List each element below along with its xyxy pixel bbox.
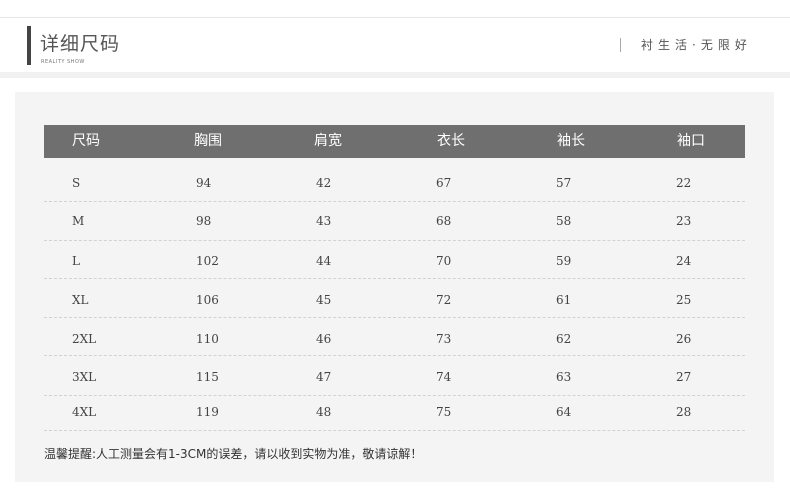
cell-cuff: 25 [676, 293, 692, 307]
cell-size: 3XL [72, 370, 97, 384]
measurement-note: 温馨提醒:人工测量会有1-3CM的误差，请以收到实物为准，敬请谅解！ [44, 447, 423, 461]
cell-chest: 110 [196, 332, 219, 346]
cell-length: 67 [436, 176, 452, 190]
cell-cuff: 23 [676, 214, 692, 228]
table-row: S 94 42 67 57 22 [44, 158, 745, 202]
cell-size: L [72, 254, 80, 268]
cell-cuff: 26 [676, 332, 692, 346]
cell-chest: 119 [196, 405, 219, 419]
cell-chest: 102 [196, 254, 219, 268]
table-row: 3XL 115 47 74 63 27 [44, 356, 745, 396]
cell-length: 70 [436, 254, 452, 268]
cell-sleeve-length: 61 [556, 293, 572, 307]
size-table-header: 尺码 胸围 肩宽 衣长 袖长 袖口 [44, 125, 745, 158]
cell-shoulder: 43 [316, 214, 332, 228]
brand-slogan: 衬生活·无限好 [641, 38, 752, 52]
size-table: 尺码 胸围 肩宽 衣长 袖长 袖口 S 94 42 67 57 22 M 98 … [44, 125, 745, 431]
cell-length: 73 [436, 332, 452, 346]
cell-size: S [72, 176, 81, 190]
cell-chest: 115 [196, 370, 219, 384]
cell-shoulder: 44 [316, 254, 332, 268]
cell-cuff: 24 [676, 254, 692, 268]
table-row: L 102 44 70 59 24 [44, 241, 745, 279]
table-row: 4XL 119 48 75 64 28 [44, 396, 745, 431]
table-row: XL 106 45 72 61 25 [44, 279, 745, 318]
cell-shoulder: 42 [316, 176, 332, 190]
cell-chest: 98 [196, 214, 212, 228]
cell-shoulder: 46 [316, 332, 332, 346]
cell-sleeve-length: 63 [556, 370, 572, 384]
cell-sleeve-length: 64 [556, 405, 572, 419]
cell-length: 72 [436, 293, 452, 307]
cell-sleeve-length: 57 [556, 176, 572, 190]
section-subtitle: REALITY SHOW [41, 59, 85, 65]
header-chest: 胸围 [194, 133, 222, 149]
cell-chest: 106 [196, 293, 219, 307]
table-row: M 98 43 68 58 23 [44, 202, 745, 241]
cell-sleeve-length: 58 [556, 214, 572, 228]
cell-length: 68 [436, 214, 452, 228]
header-shoulder: 肩宽 [314, 133, 342, 149]
cell-length: 74 [436, 370, 452, 384]
cell-size: 2XL [72, 332, 97, 346]
header-size: 尺码 [72, 133, 100, 149]
cell-chest: 94 [196, 176, 212, 190]
cell-size: M [72, 214, 85, 228]
section-header: 详细尺码 REALITY SHOW 衬生活·无限好 [0, 18, 790, 72]
cell-cuff: 22 [676, 176, 692, 190]
cell-sleeve-length: 62 [556, 332, 572, 346]
cell-shoulder: 47 [316, 370, 332, 384]
cell-shoulder: 45 [316, 293, 332, 307]
cell-size: 4XL [72, 405, 97, 419]
header-cuff: 袖口 [677, 133, 705, 149]
cell-length: 75 [436, 405, 452, 419]
cell-shoulder: 48 [316, 405, 332, 419]
section-title: 详细尺码 [40, 33, 121, 55]
header-shadow [0, 72, 790, 78]
cell-cuff: 28 [676, 405, 692, 419]
header-length: 衣长 [437, 133, 465, 149]
slogan-divider [620, 38, 621, 52]
table-row: 2XL 110 46 73 62 26 [44, 318, 745, 356]
header-sleeve-length: 袖长 [557, 133, 585, 149]
header-accent-bar [27, 26, 31, 65]
cell-cuff: 27 [676, 370, 692, 384]
cell-size: XL [72, 293, 89, 307]
cell-sleeve-length: 59 [556, 254, 572, 268]
